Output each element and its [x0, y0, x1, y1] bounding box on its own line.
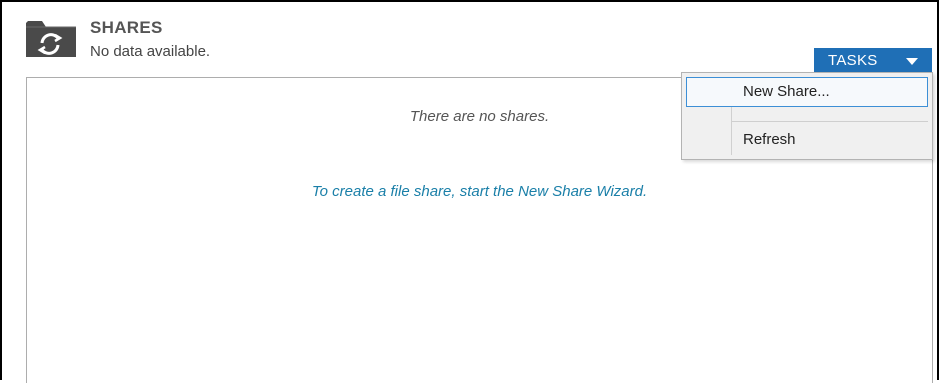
tasks-dropdown-menu: New Share... Refresh: [681, 72, 933, 160]
tile-title: SHARES: [90, 18, 163, 37]
menu-item-new-share[interactable]: New Share...: [686, 77, 928, 107]
shared-folder-icon: [24, 17, 78, 59]
menu-item-label: Refresh: [743, 131, 796, 148]
tile-status-text: No data available.: [90, 43, 211, 60]
tasks-button-label: TASKS: [828, 52, 878, 69]
menu-separator: [732, 121, 928, 122]
caret-down-icon: [906, 58, 918, 65]
new-share-wizard-link[interactable]: To create a file share, start the New Sh…: [27, 183, 932, 200]
menu-item-label: New Share...: [743, 83, 830, 100]
shares-tile: SHARES No data available. TASKS There ar…: [0, 0, 939, 383]
tasks-button[interactable]: TASKS: [814, 48, 932, 74]
menu-item-refresh[interactable]: Refresh: [686, 125, 928, 155]
